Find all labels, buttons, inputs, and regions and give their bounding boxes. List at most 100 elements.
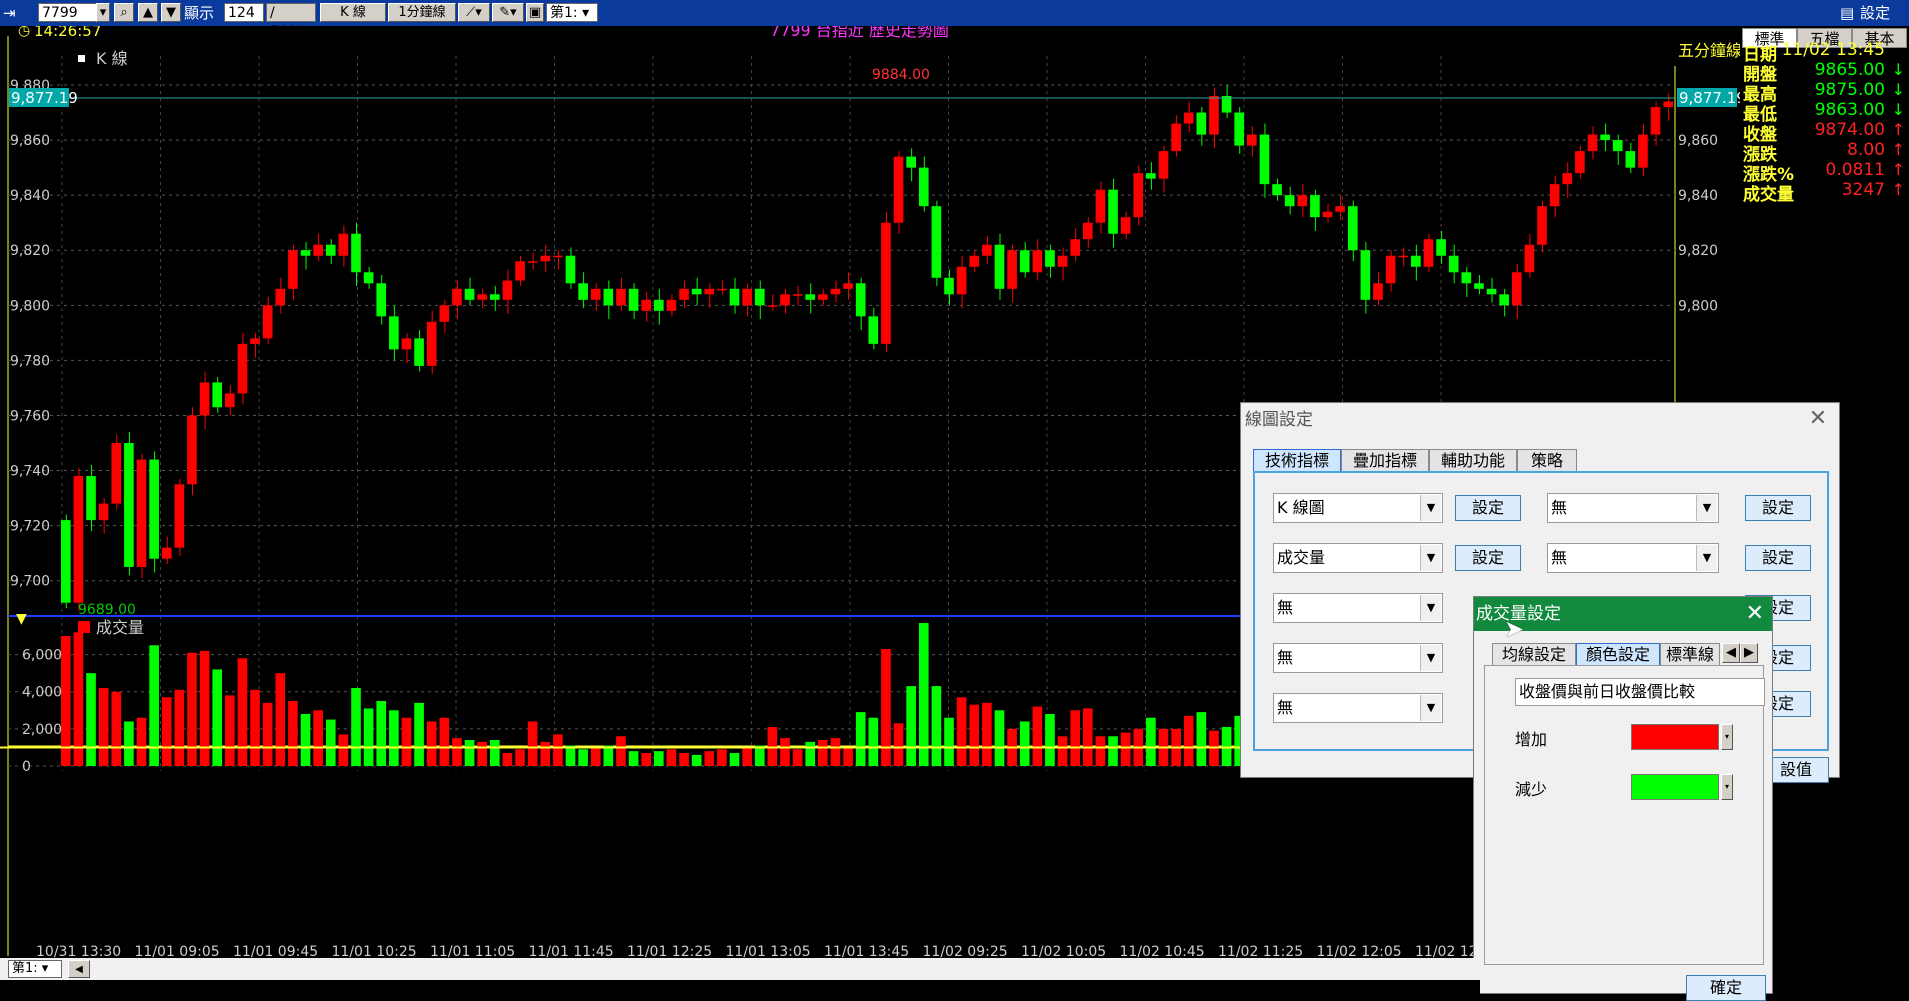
volume-bar (906, 686, 916, 766)
scroll-left-icon[interactable]: ◀ (68, 960, 90, 978)
info-row-value: 8.00 (1847, 140, 1885, 160)
candle-body (1347, 206, 1358, 251)
tab-scroll-right-icon[interactable]: ▶ (1740, 643, 1758, 663)
candle-body (1612, 140, 1623, 152)
indicator-select-right-1[interactable]: 無 ▼ (1547, 493, 1719, 523)
set-button-right-2[interactable]: 設定 (1745, 545, 1811, 571)
candle-body (1385, 255, 1396, 284)
indicator-select-4[interactable]: 無 ▼ (1273, 643, 1443, 673)
page-select-bottom[interactable]: 第1: ▾ (8, 960, 62, 978)
volume-bar (325, 719, 336, 766)
volume-bar (792, 749, 803, 766)
count-input[interactable]: 124 (224, 3, 264, 22)
candle-body (414, 338, 424, 366)
volume-bar (1045, 714, 1055, 766)
set-button-2[interactable]: 設定 (1455, 545, 1521, 571)
menu-arrow-icon[interactable]: ⇥ (3, 3, 16, 23)
pen-icon[interactable]: ✎▾ (492, 3, 524, 22)
page-select[interactable]: 第1: ▾ (546, 3, 598, 22)
x-tick-label: 11/02 10:45 (1120, 944, 1205, 958)
candle-body (300, 250, 311, 256)
ok-button[interactable]: 確定 (1686, 975, 1766, 1001)
volume-bar (717, 749, 727, 766)
volume-bar (540, 741, 551, 766)
increase-color-picker[interactable] (1631, 724, 1719, 750)
candle-body (1082, 222, 1093, 240)
volume-bar (1196, 712, 1207, 766)
candle-body (1663, 101, 1673, 108)
search-icon[interactable]: ⌕ (114, 3, 134, 22)
y-tick-label: 9,860 (10, 133, 50, 149)
candle-body (767, 305, 778, 307)
candle-body (742, 288, 752, 306)
tab-auxiliary[interactable]: 輔助功能 (1429, 449, 1517, 471)
volume-bar (616, 736, 626, 766)
candle-body (389, 316, 399, 350)
tab-overlay[interactable]: 疊加指標 (1341, 449, 1429, 471)
indicator-select-1[interactable]: K 線圖 ▼ (1273, 493, 1443, 523)
candle-body (124, 443, 134, 567)
tab-ma-settings[interactable]: 均線設定 (1492, 643, 1576, 665)
candle-body (1398, 255, 1409, 258)
volume-bar (1108, 736, 1118, 766)
decrease-color-dropdown-icon[interactable]: ▾ (1721, 774, 1733, 800)
y-tick-label: 9,760 (10, 408, 50, 424)
close-icon[interactable]: ✕ (1746, 597, 1764, 631)
volume-bar (376, 701, 387, 766)
candle-body (1549, 184, 1560, 207)
draw-line-icon[interactable]: ⟋▾ (458, 3, 490, 22)
info-row-value: 11/02 13:45 (1781, 40, 1885, 60)
candle-body (73, 476, 84, 603)
tab-strategy[interactable]: 策略 (1517, 449, 1577, 471)
candle-body (1007, 250, 1017, 289)
compare-mode-select[interactable]: 收盤價與前日收盤價比較 (1515, 678, 1765, 706)
scroll-down-icon[interactable]: ▼ (161, 3, 181, 22)
symbol-dropdown-icon[interactable]: ▾ (96, 3, 110, 22)
info-row-value: 0.0811 (1825, 160, 1885, 180)
tab-standard-line[interactable]: 標準線 (1660, 643, 1720, 665)
settings-icon[interactable]: ▤ (1840, 3, 1854, 23)
candle-body (553, 255, 563, 258)
candle-body (250, 338, 260, 344)
indicator-select-3[interactable]: 無 ▼ (1273, 593, 1443, 623)
volume-bar (603, 745, 614, 766)
candle-body (1436, 239, 1446, 256)
candle-body (212, 382, 223, 408)
scroll-up-icon[interactable]: ▲ (138, 3, 158, 22)
candle-body (1259, 134, 1270, 185)
x-tick-label: 11/01 09:45 (233, 944, 318, 958)
collapse-arrow-icon[interactable]: ▼ (16, 611, 27, 627)
volume-bar (225, 695, 235, 766)
tab-scroll-left-icon[interactable]: ◀ (1722, 643, 1740, 663)
set-button-1[interactable]: 設定 (1455, 495, 1521, 521)
close-icon[interactable]: ✕ (1805, 405, 1831, 433)
volume-bar (805, 741, 816, 766)
volume-bar (275, 673, 286, 766)
candle-body (288, 250, 298, 289)
indicator-select-5[interactable]: 無 ▼ (1273, 693, 1443, 723)
high-marker: 9884.00 (872, 67, 930, 83)
tab-technical[interactable]: 技術指標 (1253, 449, 1341, 471)
indicator-select-2[interactable]: 成交量 ▼ (1273, 543, 1443, 573)
volume-bar (174, 689, 185, 766)
set-button-right-1[interactable]: 設定 (1745, 495, 1811, 521)
candle-body (540, 255, 551, 262)
decrease-color-picker[interactable] (1631, 774, 1719, 800)
volume-tick-label: 6,000 (22, 648, 62, 664)
window-icon[interactable]: ▣ (526, 3, 544, 22)
kline-button[interactable]: K 線 (320, 3, 386, 22)
candle-body (1032, 250, 1043, 273)
info-row: 成交量 3247 ↑ (1743, 180, 1909, 205)
settings-link[interactable]: 設定 (1860, 3, 1890, 23)
tab-color-settings[interactable]: 顏色設定 (1576, 643, 1660, 665)
candle-body (982, 244, 992, 256)
arrow-down-icon: ↓ (1891, 80, 1905, 99)
volume-bar (250, 689, 260, 766)
indicator-select-right-2[interactable]: 無 ▼ (1547, 543, 1719, 573)
x-tick-label: 11/01 13:05 (726, 944, 811, 958)
increase-color-dropdown-icon[interactable]: ▾ (1721, 724, 1733, 750)
volume-bar (1146, 717, 1156, 766)
interval-button[interactable]: 1分鐘線 (388, 3, 456, 22)
volume-bar (1120, 732, 1131, 766)
bottom-strip (0, 980, 1480, 994)
